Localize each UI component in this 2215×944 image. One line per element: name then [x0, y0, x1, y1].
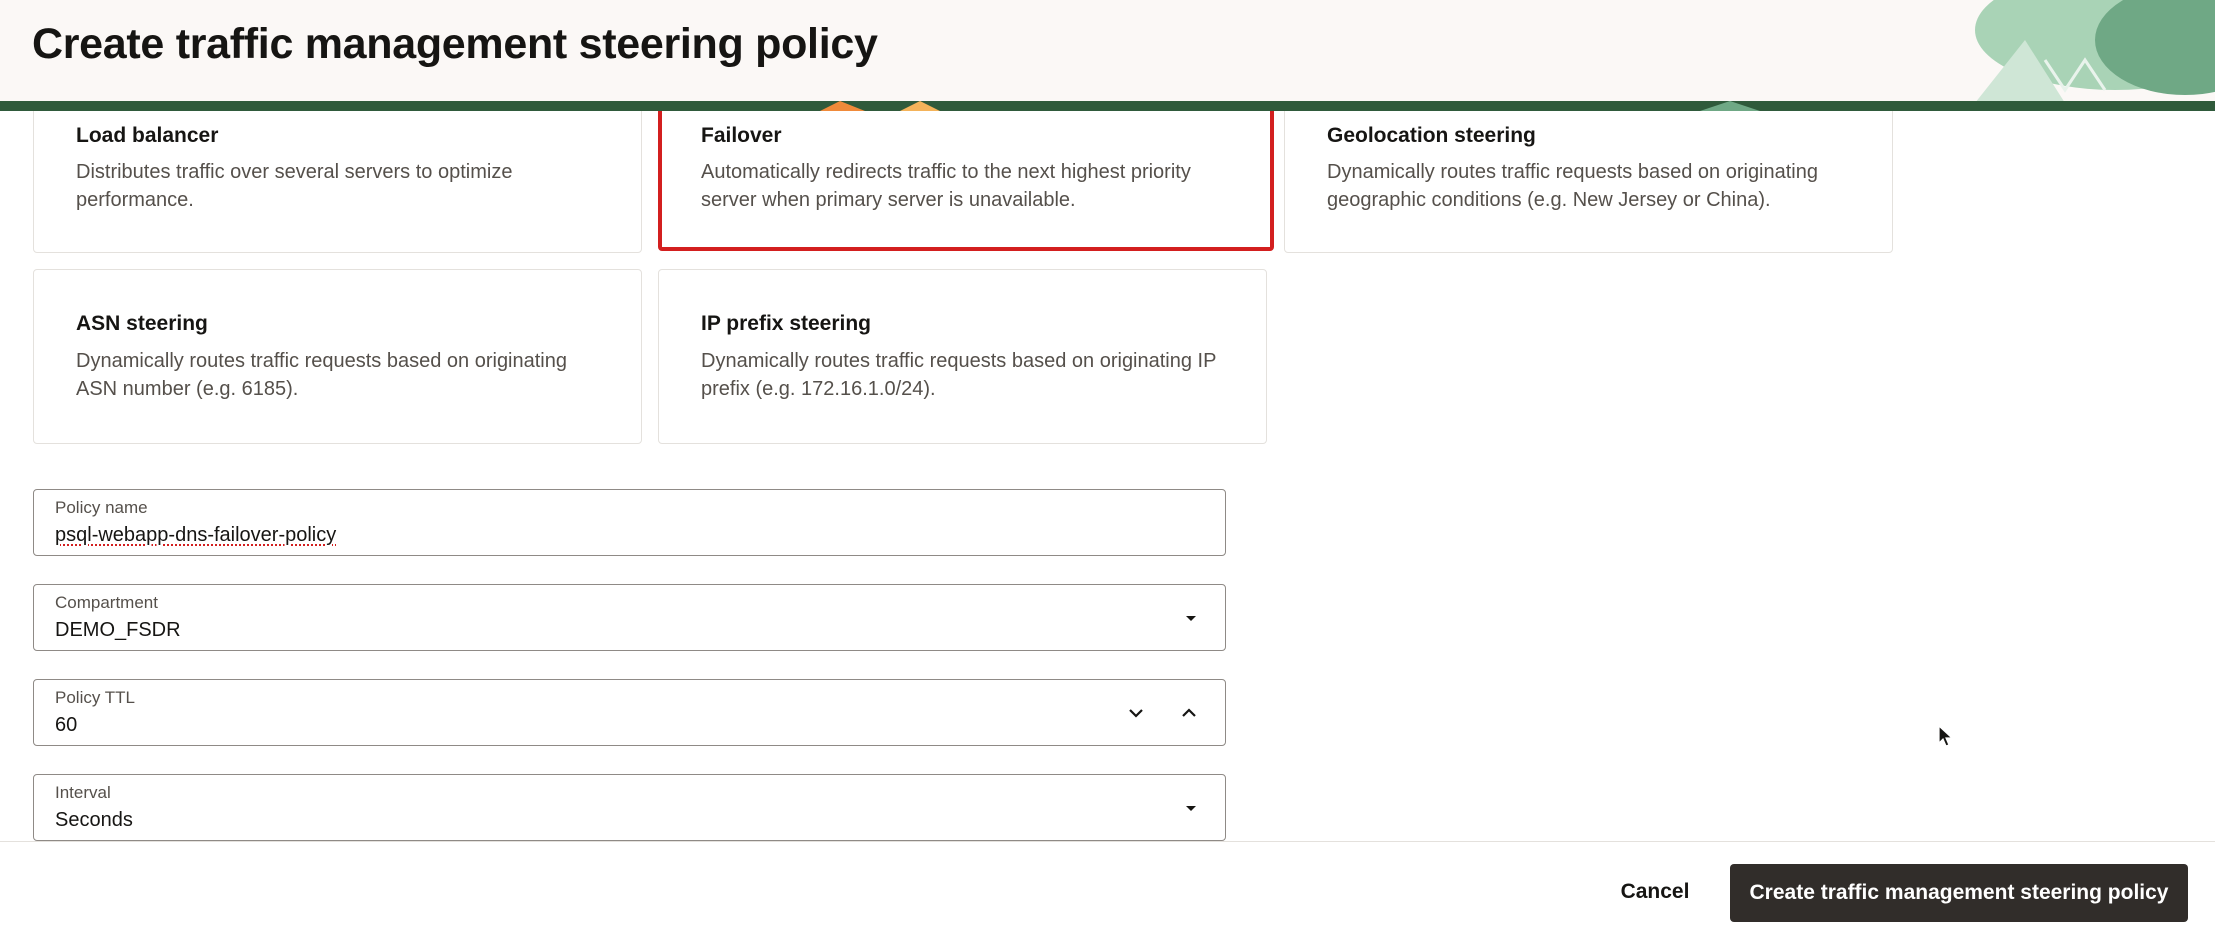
policy-name-label: Policy name: [55, 498, 148, 518]
card-title: ASN steering: [76, 312, 208, 336]
policy-type-card-ip-prefix[interactable]: IP prefix steering Dynamically routes tr…: [658, 269, 1267, 444]
compartment-label: Compartment: [55, 593, 158, 613]
card-title: Geolocation steering: [1327, 124, 1536, 148]
mouse-cursor-icon: [1938, 725, 1954, 749]
policy-type-card-load-balancer[interactable]: Load balancer Distributes traffic over s…: [33, 111, 642, 253]
policy-ttl-stepper[interactable]: Policy TTL 60: [33, 679, 1226, 746]
card-description: Dynamically routes traffic requests base…: [76, 347, 611, 403]
create-policy-button[interactable]: Create traffic management steering polic…: [1730, 864, 2188, 922]
compartment-value: DEMO_FSDR: [55, 619, 181, 642]
card-title: Load balancer: [76, 124, 218, 148]
interval-label: Interval: [55, 783, 111, 803]
policy-type-card-asn[interactable]: ASN steering Dynamically routes traffic …: [33, 269, 642, 444]
policy-type-card-geolocation[interactable]: Geolocation steering Dynamically routes …: [1284, 111, 1893, 253]
policy-name-field[interactable]: Policy name psql-webapp-dns-failover-pol…: [33, 489, 1226, 556]
chevron-down-icon[interactable]: [1180, 607, 1202, 629]
interval-select[interactable]: Interval Seconds: [33, 774, 1226, 841]
page-header: Create traffic management steering polic…: [0, 0, 2215, 103]
card-description: Automatically redirects traffic to the n…: [701, 158, 1240, 214]
policy-ttl-value: 60: [55, 714, 77, 737]
compartment-select[interactable]: Compartment DEMO_FSDR: [33, 584, 1226, 651]
policy-type-card-failover[interactable]: Failover Automatically redirects traffic…: [658, 111, 1274, 251]
page-title: Create traffic management steering polic…: [32, 20, 878, 69]
dialog-footer: Cancel Create traffic management steerin…: [0, 841, 2215, 944]
chevron-down-icon[interactable]: [1180, 797, 1202, 819]
card-description: Distributes traffic over several servers…: [76, 158, 611, 214]
card-title: IP prefix steering: [701, 312, 871, 336]
policy-name-value: psql-webapp-dns-failover-policy: [55, 524, 336, 546]
cancel-button[interactable]: Cancel: [1600, 864, 1710, 920]
card-description: Dynamically routes traffic requests base…: [1327, 158, 1862, 214]
decrement-chevron-down-icon[interactable]: [1125, 702, 1147, 724]
card-title: Failover: [701, 124, 782, 148]
header-decoration-strip: [0, 101, 2215, 111]
interval-value: Seconds: [55, 809, 133, 832]
card-description: Dynamically routes traffic requests base…: [701, 347, 1236, 403]
form-content: Load balancer Distributes traffic over s…: [0, 111, 2215, 841]
increment-chevron-up-icon[interactable]: [1178, 702, 1200, 724]
header-decoration: [1915, 0, 2215, 103]
policy-ttl-label: Policy TTL: [55, 688, 135, 708]
